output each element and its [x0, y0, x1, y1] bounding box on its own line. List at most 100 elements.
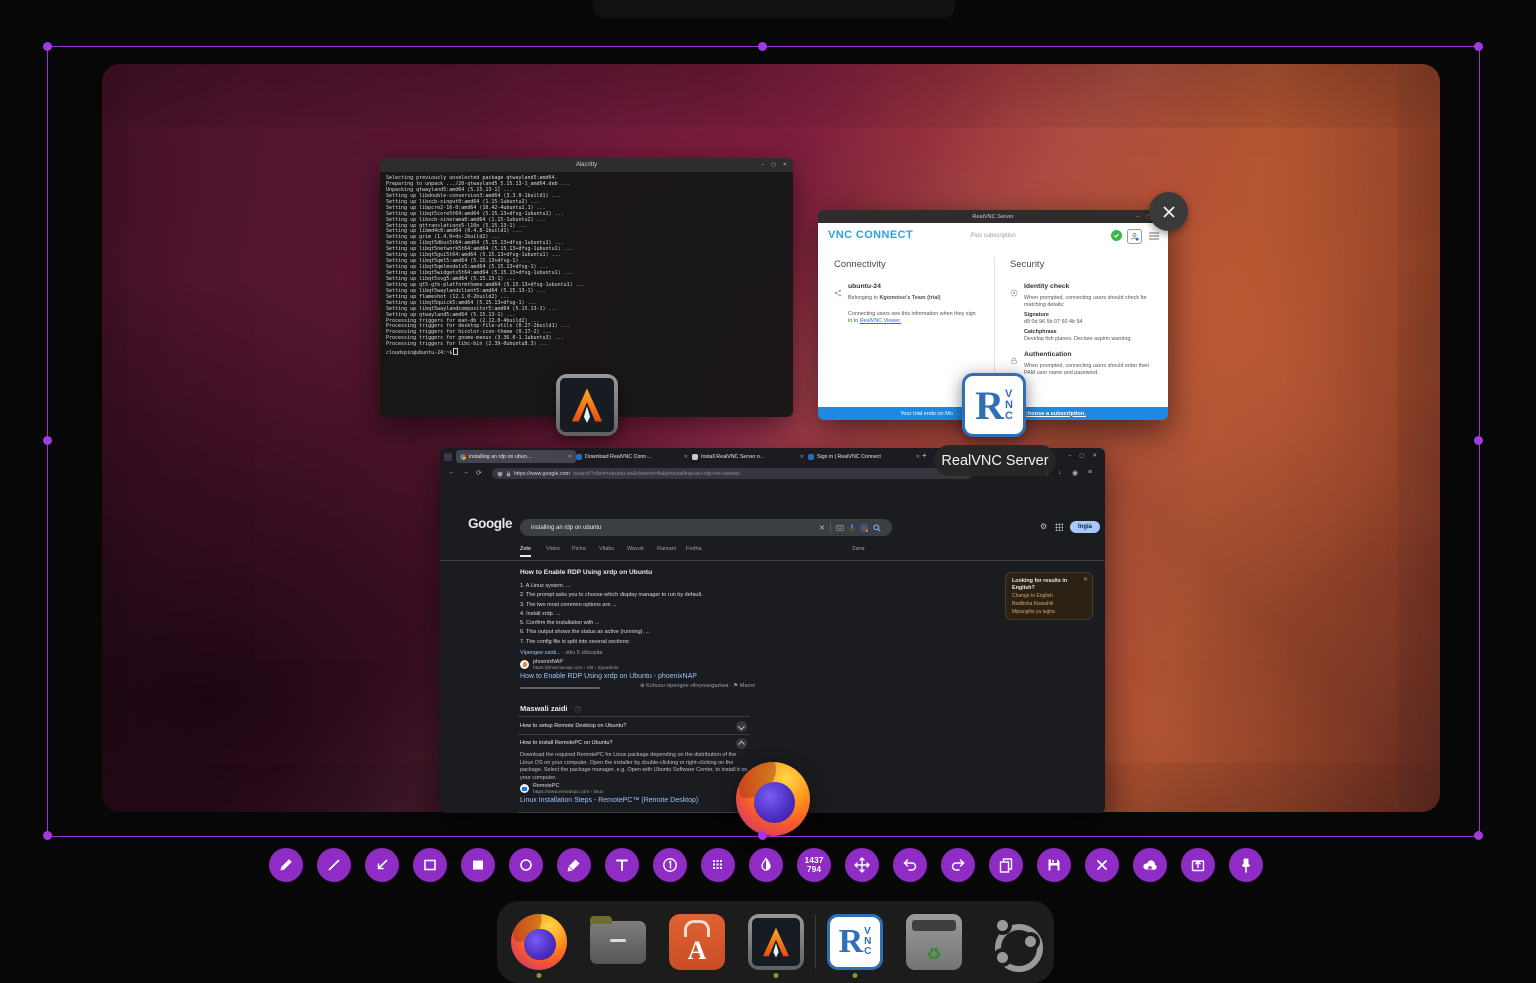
selection-handle-ne[interactable] [1474, 42, 1483, 51]
pin-button[interactable] [1229, 848, 1263, 882]
paa-question-2[interactable]: How to install RemotePC on Ubuntu? [520, 740, 613, 746]
choose-subscription-link[interactable]: choose a subscription. [1025, 411, 1086, 417]
redo-button[interactable] [941, 848, 975, 882]
dock-item-app-center[interactable]: A [669, 914, 725, 970]
dock-item-files[interactable] [590, 914, 646, 970]
paa-question-1[interactable]: How to setup Remote Desktop on Ubuntu? [520, 723, 626, 729]
tab-google-search[interactable]: installing an rdp on ubun… ✕ [456, 450, 576, 463]
selection-handle-se[interactable] [1474, 831, 1483, 840]
nav-tools[interactable]: Zana [852, 546, 865, 552]
maximize-icon[interactable]: ▢ [1079, 453, 1084, 459]
search-query[interactable]: installing an rdp on ubuntu [531, 525, 814, 531]
undo-button[interactable] [893, 848, 927, 882]
keyboard-icon[interactable] [836, 524, 844, 531]
paa-info-icon[interactable]: ⓘ [575, 705, 581, 714]
selection-handle-e[interactable] [1474, 436, 1483, 445]
nav-all[interactable]: Zote [520, 546, 532, 557]
firefox-view-icon[interactable] [444, 453, 452, 461]
save-button[interactable] [1037, 848, 1071, 882]
upload-button[interactable] [1133, 848, 1167, 882]
move-tool-button[interactable] [845, 848, 879, 882]
counter-tool-button[interactable] [653, 848, 687, 882]
about-featured-snippets-link[interactable]: Kuhusu vipengee vilivyoangaziwa [646, 683, 728, 689]
selection-size-indicator[interactable]: 1437 794 [797, 848, 831, 882]
nav-finance[interactable]: Fedha [686, 546, 702, 552]
alacritty-app-icon[interactable] [556, 374, 618, 436]
minimize-icon[interactable]: – [1068, 453, 1071, 459]
alacritty-titlebar[interactable]: Alacritty – ▢ ✕ [380, 158, 793, 172]
invert-tool-button[interactable] [749, 848, 783, 882]
feedback-link[interactable]: Maoni [740, 683, 755, 689]
close-promo-icon[interactable]: ✕ [1083, 576, 1088, 583]
google-logo[interactable]: Google [468, 516, 513, 531]
new-tab-button[interactable]: + [922, 451, 927, 460]
back-icon[interactable]: ← [448, 469, 455, 476]
pixelate-tool-button[interactable] [701, 848, 735, 882]
language-settings-link[interactable]: Mipangilio ya lugha [1012, 608, 1086, 616]
forward-icon[interactable]: → [462, 469, 469, 476]
minimize-icon[interactable]: – [1136, 214, 1139, 220]
sign-in-button[interactable]: Ingia [1070, 521, 1101, 533]
mic-icon[interactable] [849, 523, 855, 532]
result-url[interactable]: https://www.remotepc.com › linux [533, 790, 603, 795]
selection-handle-w[interactable] [43, 436, 52, 445]
exit-capture-button[interactable] [1085, 848, 1119, 882]
maximize-icon[interactable]: ▢ [771, 162, 776, 168]
result-link[interactable]: How to Enable RDP Using xrdp on Ubuntu -… [520, 673, 697, 680]
tab-install-realvnc[interactable]: Install RealVNC Server o… ✕ [688, 450, 808, 463]
selection-handle-nw[interactable] [43, 42, 52, 51]
copy-button[interactable] [989, 848, 1023, 882]
dock-item-realvnc[interactable]: R VNC [827, 914, 883, 978]
settings-gear-icon[interactable]: ⚙ [1040, 522, 1047, 531]
google-apps-icon[interactable] [1055, 523, 1063, 531]
tab-signin-realvnc[interactable]: Sign in | RealVNC Connect ✕ [804, 450, 924, 463]
nav-video[interactable]: Video [546, 546, 560, 552]
padlock-icon[interactable] [506, 470, 511, 477]
lens-icon[interactable] [860, 523, 868, 532]
close-icon[interactable]: ✕ [783, 162, 787, 168]
nav-maps[interactable]: Ramani [657, 546, 676, 552]
open-in-app-button[interactable] [1181, 848, 1215, 882]
dock-item-show-apps[interactable] [985, 914, 1043, 972]
result-link[interactable]: Linux Installation Steps - RemotePC™ (Re… [520, 797, 698, 804]
marker-tool-button[interactable] [557, 848, 591, 882]
nav-images[interactable]: Picha [572, 546, 586, 552]
nav-books[interactable]: Vitabu [599, 546, 615, 552]
chevron-down-icon[interactable] [736, 721, 747, 732]
line-tool-button[interactable] [317, 848, 351, 882]
pencil-tool-button[interactable] [269, 848, 303, 882]
menu-icon[interactable]: ≡ [1088, 469, 1092, 476]
result-source[interactable]: phoenixNAP [533, 659, 563, 665]
search-icon[interactable] [873, 523, 881, 532]
clear-search-icon[interactable]: ✕ [819, 524, 825, 532]
gnome-search-pill[interactable] [593, 0, 955, 18]
result-source[interactable]: RemotePC [533, 783, 559, 789]
chevron-up-icon[interactable] [736, 738, 747, 749]
reload-icon[interactable]: ⟳ [476, 469, 482, 477]
dock-item-trash[interactable]: ♻ [906, 914, 962, 970]
nav-web[interactable]: Wavuti [627, 546, 644, 552]
downloads-icon[interactable]: ↓ [1058, 469, 1062, 476]
minimize-icon[interactable]: – [761, 162, 764, 168]
hamburger-menu-icon[interactable] [1148, 229, 1160, 247]
more-items-link[interactable]: Vipengee zaidi... [520, 650, 561, 656]
selection-handle-n[interactable] [758, 42, 767, 51]
user-account-icon[interactable] [1127, 229, 1142, 244]
filled-rectangle-tool-button[interactable] [461, 848, 495, 882]
keep-swahili-link[interactable]: Badilisha Kiswahili [1012, 600, 1086, 608]
shield-icon[interactable] [497, 471, 503, 477]
account-icon[interactable]: ◉ [1072, 469, 1078, 477]
result-url[interactable]: https://phoenixnap.com › KB › Sysadmin [533, 666, 619, 671]
text-tool-button[interactable] [605, 848, 639, 882]
change-to-english-link[interactable]: Change to English [1012, 592, 1086, 600]
close-icon[interactable]: ✕ [1092, 453, 1097, 459]
firefox-window[interactable]: installing an rdp on ubun… ✕ Download Re… [440, 448, 1105, 813]
tab-download-realvnc[interactable]: Download RealVNC Conn… ✕ [572, 450, 692, 463]
dock-item-alacritty[interactable] [748, 914, 804, 978]
circle-tool-button[interactable] [509, 848, 543, 882]
realvnc-viewer-link[interactable]: RealVNC Viewer. [860, 318, 902, 324]
realvnc-titlebar[interactable]: RealVNC Server – ▢ ✕ [818, 210, 1168, 223]
close-window-button[interactable] [1149, 192, 1188, 231]
arrow-tool-button[interactable] [365, 848, 399, 882]
firefox-app-icon[interactable] [736, 762, 810, 836]
